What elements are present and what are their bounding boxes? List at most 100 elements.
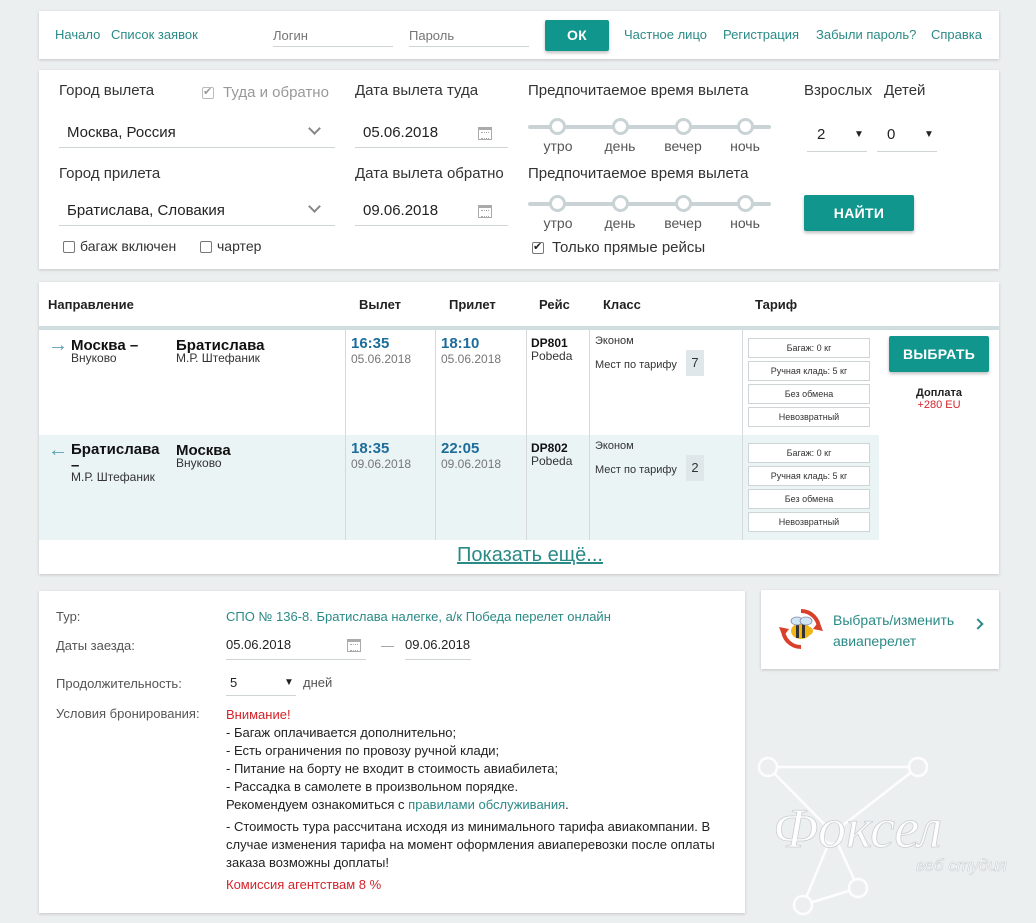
tick-day: день [604, 215, 636, 231]
slider-knob[interactable] [612, 195, 629, 212]
tour-date-to-field[interactable]: 09.06.2018 [405, 633, 471, 660]
tour-date-from: 05.06.2018 [226, 637, 292, 652]
depart-date-field[interactable]: 05.06.2018 [355, 118, 508, 148]
caret-down-icon: ▼ [854, 129, 864, 140]
login-input[interactable] [273, 28, 391, 43]
register-link[interactable]: Регистрация [723, 27, 799, 42]
fare-nonrefundable: Невозвратный [748, 407, 870, 427]
return-date-field[interactable]: 09.06.2018 [355, 196, 508, 226]
recommend-prefix: Рекомендуем ознакомиться с [226, 797, 409, 812]
departure-date: 05.06.2018 [351, 352, 412, 366]
direct-only-checkbox[interactable] [532, 240, 544, 254]
fare-hand-luggage: Ручная кладь: 5 кг [748, 361, 870, 381]
cost-line: заказа возможны доплаты! [226, 855, 390, 870]
password-field[interactable] [409, 25, 529, 47]
tick-night: ночь [730, 138, 760, 154]
forgot-password-link[interactable]: Забыли пароль? [816, 27, 916, 42]
adults-select[interactable]: 2 ▼ [807, 118, 867, 152]
header-direction: Направление [48, 297, 134, 312]
slider-knob[interactable] [737, 118, 754, 135]
time-slider-outbound[interactable]: утро день вечер ночь [528, 116, 771, 156]
tour-label: Тур: [56, 609, 81, 624]
slider-knob[interactable] [737, 195, 754, 212]
arrival-time: 22:05 [441, 440, 480, 457]
caret-down-icon: ▼ [924, 129, 934, 140]
recommend-suffix: . [565, 797, 569, 812]
roundtrip-label: Туда и обратно [223, 84, 329, 101]
condition-line: - Есть ограничения по провозу ручной кла… [226, 743, 500, 758]
departure-time: 18:35 [351, 440, 390, 457]
nav-orders-link[interactable]: Список заявок [111, 27, 198, 42]
departure-date: 09.06.2018 [351, 457, 412, 471]
flight-row-return[interactable]: ← Братислава – М.Р. Штефаник Москва Внук… [39, 435, 879, 540]
slider-knob[interactable] [675, 195, 692, 212]
flight-row-outbound[interactable]: → Москва – Внуково Братислава М.Р. Штефа… [39, 330, 879, 435]
login-field[interactable] [273, 25, 393, 47]
tour-link[interactable]: СПО № 136-8. Братислава налегке, а/к Поб… [226, 609, 611, 624]
service-rules-link[interactable]: правилами обслуживания [408, 797, 565, 812]
fare-hand-luggage: Ручная кладь: 5 кг [748, 466, 870, 486]
to-city-select[interactable]: Братислава, Словакия [59, 196, 335, 226]
password-input[interactable] [409, 28, 527, 43]
from-airport: М.Р. Штефаник [71, 470, 155, 484]
flight-number: DP802 [531, 441, 568, 455]
search-card: Город вылета Туда и обратно Москва, Росс… [39, 70, 999, 269]
slider-knob[interactable] [549, 118, 566, 135]
slider-knob[interactable] [675, 118, 692, 135]
arrival-date: 05.06.2018 [441, 352, 502, 366]
tick-morning: утро [543, 138, 573, 154]
condition-line: - Рассадка в самолете в произвольном пор… [226, 779, 519, 794]
nav-home-link[interactable]: Начало [55, 27, 100, 42]
show-more-link[interactable]: Показать ещё... [39, 544, 1021, 567]
condition-line: - Багаж оплачивается дополнительно; [226, 725, 457, 740]
fare-class: Эконом [595, 440, 634, 452]
to-city-label: Город прилета [59, 165, 161, 182]
children-select[interactable]: 0 ▼ [877, 118, 937, 152]
duration-select[interactable]: 5 ▼ [226, 669, 296, 696]
select-flight-button[interactable]: ВЫБРАТЬ [889, 336, 989, 372]
calendar-icon[interactable] [347, 639, 361, 652]
calendar-icon[interactable] [478, 205, 492, 218]
fare-baggage: Багаж: 0 кг [748, 443, 870, 463]
header-flight: Рейс [539, 297, 570, 312]
watermark-brand: Фоксел [773, 798, 942, 860]
charter-label: чартер [217, 238, 262, 254]
tour-date-from-field[interactable]: 05.06.2018 [226, 633, 366, 660]
find-button[interactable]: НАЙТИ [804, 195, 914, 231]
time-slider-return[interactable]: утро день вечер ночь [528, 193, 771, 233]
date-dash: — [381, 638, 394, 653]
charter-checkbox[interactable] [200, 241, 212, 253]
adults-value: 2 [817, 126, 826, 143]
chevron-down-icon [308, 200, 321, 213]
pref-time-label-outbound: Предпочитаемое время вылета [528, 82, 749, 99]
attention-text: Внимание! [226, 707, 291, 722]
change-flight-card[interactable]: Выбрать/изменить авиаперелет [761, 590, 999, 669]
pref-time-label-return: Предпочитаемое время вылета [528, 165, 749, 182]
seats-label: Мест по тарифу [595, 359, 677, 371]
slider-knob[interactable] [612, 118, 629, 135]
cost-line: случае изменения тарифа на момент оформл… [226, 837, 715, 852]
depart-date-value: 05.06.2018 [363, 124, 439, 141]
header-arrival: Прилет [449, 297, 496, 312]
slider-knob[interactable] [549, 195, 566, 212]
from-city-select[interactable]: Москва, Россия [59, 118, 335, 148]
fare-no-exchange: Без обмена [748, 384, 870, 404]
roundtrip-checkbox[interactable] [202, 85, 214, 99]
tour-date-to: 09.06.2018 [405, 637, 471, 652]
watermark-tagline: веб студия [916, 856, 1007, 875]
baggage-label: багаж включен [80, 238, 177, 254]
help-link[interactable]: Справка [931, 27, 982, 42]
children-label: Детей [884, 82, 926, 99]
baggage-checkbox[interactable] [63, 241, 75, 253]
commission-text: Комиссия агентствам 8 % [226, 877, 382, 892]
duration-label: Продолжительность: [56, 676, 182, 691]
private-person-link[interactable]: Частное лицо [624, 27, 707, 42]
calendar-icon[interactable] [478, 127, 492, 140]
tick-evening: вечер [664, 138, 702, 154]
bee-refresh-icon [779, 609, 823, 649]
tick-night: ночь [730, 215, 760, 231]
ok-button[interactable]: ОК [545, 20, 609, 51]
children-value: 0 [887, 126, 896, 143]
foxel-watermark-logo: Фоксел веб студия [757, 756, 1007, 916]
tick-evening: вечер [664, 215, 702, 231]
